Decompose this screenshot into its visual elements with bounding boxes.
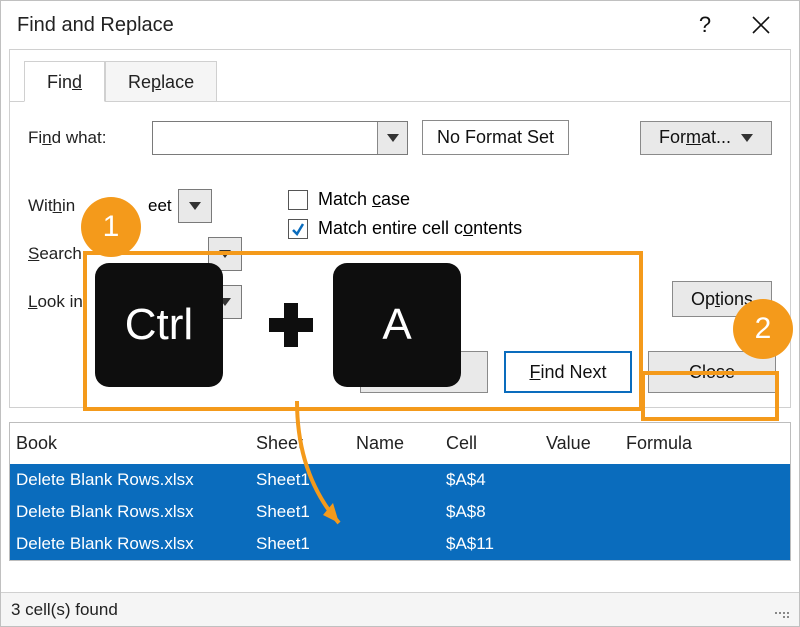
col-formula[interactable]: Formula (626, 433, 784, 454)
chevron-down-icon (387, 134, 399, 142)
col-book[interactable]: Book (16, 433, 256, 454)
within-label: Within (28, 196, 108, 216)
action-buttons: Find All Find Next Close (10, 351, 776, 393)
status-text: 3 cell(s) found (11, 600, 118, 620)
chevron-down-icon (741, 134, 753, 142)
find-what-label: Find what: (28, 128, 138, 148)
tab-strip: Find Replace (24, 60, 790, 101)
help-icon: ? (699, 12, 711, 38)
tab-find-panel: Find what: No Format Set Format... Withi… (10, 101, 790, 337)
col-name[interactable]: Name (356, 433, 446, 454)
search-combo[interactable] (208, 237, 242, 271)
chevron-down-icon (219, 298, 231, 306)
cell-cell: $A$4 (446, 470, 546, 490)
cell-book: Delete Blank Rows.xlsx (16, 470, 256, 490)
close-icon (751, 15, 771, 35)
match-case-label: Match case (318, 189, 410, 210)
cell-cell: $A$11 (446, 534, 546, 554)
find-what-combo[interactable] (152, 121, 408, 155)
resize-grip-icon[interactable] (773, 602, 789, 618)
results-body: Delete Blank Rows.xlsx Sheet1 $A$4 Delet… (10, 464, 790, 560)
window-close-button[interactable] (733, 1, 789, 49)
help-button[interactable]: ? (677, 1, 733, 49)
find-what-dropdown[interactable] (377, 122, 407, 154)
match-case-checkbox[interactable] (288, 190, 308, 210)
within-combo[interactable] (178, 189, 212, 223)
lookin-label: Look in (28, 292, 108, 312)
find-what-input[interactable] (153, 122, 377, 154)
search-label: Search (28, 244, 108, 264)
lookin-dropdown[interactable] (209, 286, 241, 318)
chevron-down-icon (219, 250, 231, 258)
within-value-fragment: eet (148, 196, 172, 216)
table-row[interactable]: Delete Blank Rows.xlsx Sheet1 $A$4 (10, 464, 790, 496)
checkbox-column: Match case Match entire cell contents (288, 189, 522, 239)
within-dropdown[interactable] (179, 190, 211, 222)
match-entire-checkbox[interactable] (288, 219, 308, 239)
search-dropdown[interactable] (209, 238, 241, 270)
col-value[interactable]: Value (546, 433, 626, 454)
cell-book: Delete Blank Rows.xlsx (16, 502, 256, 522)
tab-replace[interactable]: Replace (105, 61, 217, 102)
cell-cell: $A$8 (446, 502, 546, 522)
no-format-indicator: No Format Set (422, 120, 569, 155)
table-row[interactable]: Delete Blank Rows.xlsx Sheet1 $A$8 (10, 496, 790, 528)
tab-find[interactable]: Find (24, 61, 105, 102)
match-case-option[interactable]: Match case (288, 189, 522, 210)
cell-book: Delete Blank Rows.xlsx (16, 534, 256, 554)
window-title: Find and Replace (17, 14, 677, 37)
col-sheet[interactable]: Sheet (256, 433, 356, 454)
col-cell[interactable]: Cell (446, 433, 546, 454)
results-table: Book Sheet Name Cell Value Formula Delet… (9, 422, 791, 561)
dialog-body: Find Replace Find what: No Format Set Fo… (9, 49, 791, 408)
cell-sheet: Sheet1 (256, 502, 356, 522)
close-button[interactable]: Close (648, 351, 776, 393)
find-next-button[interactable]: Find Next (504, 351, 632, 393)
options-row: Within eet Search (28, 189, 772, 319)
find-all-button[interactable]: Find All (360, 351, 488, 393)
table-row[interactable]: Delete Blank Rows.xlsx Sheet1 $A$11 (10, 528, 790, 560)
cell-sheet: Sheet1 (256, 470, 356, 490)
title-bar: Find and Replace ? (1, 1, 799, 49)
results-header[interactable]: Book Sheet Name Cell Value Formula (10, 423, 790, 464)
find-what-row: Find what: No Format Set Format... (28, 120, 772, 155)
chevron-down-icon (189, 202, 201, 210)
cell-sheet: Sheet1 (256, 534, 356, 554)
checkmark-icon (291, 222, 305, 236)
lookin-combo[interactable] (208, 285, 242, 319)
options-button[interactable]: Options (672, 281, 772, 317)
match-entire-option[interactable]: Match entire cell contents (288, 218, 522, 239)
status-bar: 3 cell(s) found (1, 592, 799, 626)
match-entire-label: Match entire cell contents (318, 218, 522, 239)
format-button[interactable]: Format... (640, 121, 772, 155)
